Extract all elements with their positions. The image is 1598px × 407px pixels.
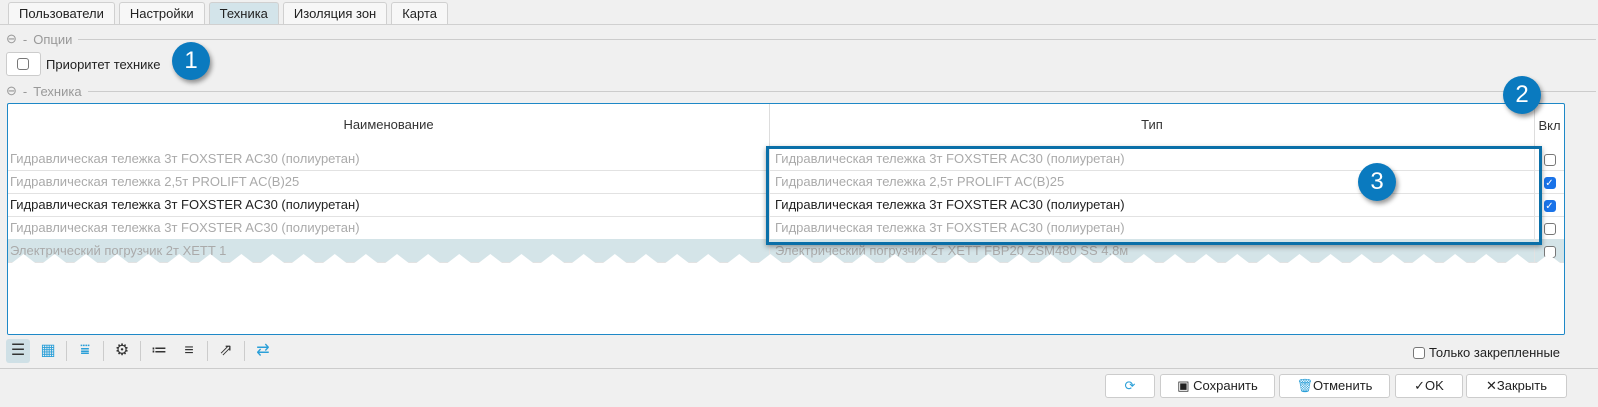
callout-badge-2: 2 (1503, 76, 1541, 114)
save-label: Сохранить (1193, 378, 1258, 393)
cancel-label: Отменить (1313, 378, 1373, 393)
tab-zone-isolation[interactable]: Изоляция зон (282, 2, 388, 25)
close-label: Закрыть (1496, 378, 1547, 393)
equipment-title: Техника (33, 83, 82, 99)
cell-name[interactable]: Гидравлическая тележка 3т FOXSTER AC30 (… (8, 147, 770, 170)
refresh-button[interactable]: ⟳ (1105, 374, 1155, 398)
checkbox-icon (17, 58, 29, 70)
separator (140, 341, 141, 361)
separator (66, 341, 67, 361)
refresh-icon: ⟳ (1124, 378, 1136, 393)
tab-settings[interactable]: Настройки (118, 2, 205, 25)
grid-view-icon[interactable]: ▦ (36, 339, 60, 363)
options-section-header[interactable]: ⊖ - Опции (6, 31, 1596, 47)
check-icon: ✓ (1414, 378, 1426, 393)
collapse-icon[interactable]: ⊖ (6, 31, 17, 47)
tab-users[interactable]: Пользователи (8, 2, 115, 25)
ok-button[interactable]: ✓OK (1395, 374, 1463, 398)
export-icon[interactable]: ⇗ (214, 339, 238, 363)
enabled-checkbox[interactable] (1543, 222, 1556, 235)
enabled-checkbox[interactable]: ✓ (1543, 176, 1556, 189)
priority-label: Приоритет технике (46, 57, 161, 72)
cell-name[interactable]: Гидравлическая тележка 2,5т PROLIFT AC(B… (8, 170, 770, 193)
only-pinned-checkbox[interactable]: Только закрепленные (1413, 345, 1560, 360)
tab-divider (0, 24, 1598, 25)
gear-icon[interactable]: ⚙ (110, 339, 134, 363)
equipment-section-header[interactable]: ⊖ - Техника (6, 83, 1596, 99)
cell-name[interactable]: Гидравлическая тележка 3т FOXSTER AC30 (… (8, 193, 770, 216)
list-view-icon[interactable]: ☰ (6, 339, 30, 363)
close-button[interactable]: ✕Закрыть (1466, 374, 1567, 398)
save-button[interactable]: ▣ Сохранить (1160, 374, 1275, 398)
separator (207, 341, 208, 361)
checkbox-icon (1413, 346, 1425, 359)
ok-label: OK (1425, 378, 1444, 393)
only-pinned-label: Только закрепленные (1429, 345, 1561, 360)
cancel-button[interactable]: 🗑Отменить (1279, 374, 1390, 398)
tab-bar: Пользователи Настройки Техника Изоляция … (8, 2, 449, 25)
screenshot-tear (8, 254, 1564, 334)
grid-toolbar: ☰ ▦ ⩸ ⚙ ≔ ≡ ⇗ ⇄ (6, 339, 275, 363)
numbered-list-icon[interactable]: ≔ (147, 339, 171, 363)
add-row-icon[interactable]: ≡ (177, 339, 201, 363)
callout-badge-1: 1 (172, 42, 210, 80)
separator (103, 341, 104, 361)
close-icon: ✕ (1486, 378, 1497, 393)
highlight-box (766, 146, 1542, 245)
collapse-icon[interactable]: ⊖ (6, 83, 17, 99)
tab-equipment[interactable]: Техника (208, 2, 279, 25)
column-header-name[interactable]: Наименование (8, 104, 770, 146)
column-header-enabled[interactable]: Вкл (1535, 104, 1564, 146)
footer-divider (0, 368, 1598, 369)
separator (244, 341, 245, 361)
filter-icon[interactable]: ⩸ (73, 339, 97, 363)
enabled-checkbox[interactable]: ✓ (1543, 199, 1556, 212)
trash-icon: 🗑 (1296, 378, 1314, 393)
cell-name[interactable]: Гидравлическая тележка 3т FOXSTER AC30 (… (8, 216, 770, 239)
callout-badge-3: 3 (1358, 163, 1396, 201)
column-header-type[interactable]: Тип (770, 104, 1535, 146)
enabled-checkbox[interactable] (1543, 153, 1556, 166)
tab-map[interactable]: Карта (391, 2, 449, 25)
save-icon: ▣ (1177, 378, 1190, 393)
priority-checkbox[interactable] (6, 52, 41, 76)
options-title: Опции (33, 31, 73, 47)
swap-icon[interactable]: ⇄ (251, 339, 275, 363)
